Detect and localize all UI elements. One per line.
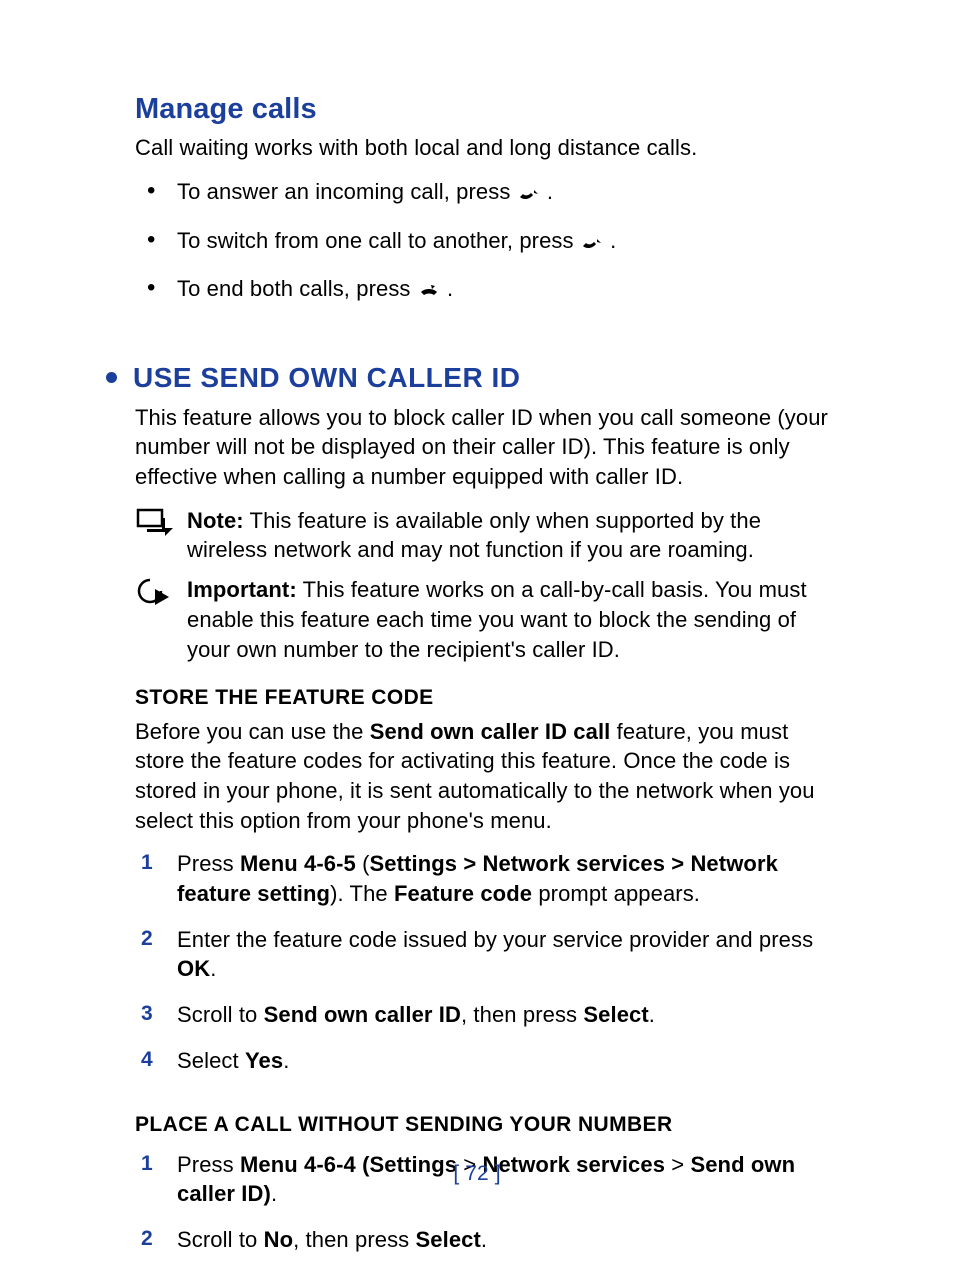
subheading-place-call: PLACE A CALL WITHOUT SENDING YOUR NUMBER [135,1111,839,1139]
list-manage-calls: To answer an incoming call, press . To s… [135,177,839,323]
step-item: Scroll to Send own caller ID, then press… [135,1000,839,1046]
text: Scroll to [177,1227,264,1252]
step-item: Enter the feature code issued by your se… [135,925,839,1000]
note-body: Note: This feature is available only whe… [187,506,839,565]
text: Enter the feature code issued by your se… [177,927,813,952]
text: Scroll to [177,1002,264,1027]
text: Before you can use the [135,719,370,744]
text: . [283,1048,289,1073]
text-bold: Send own caller ID call [370,719,611,744]
text-store-code-intro: Before you can use the Send own caller I… [135,717,839,836]
text: ). The [330,881,394,906]
text: prompt appears. [532,881,700,906]
text: . [481,1227,487,1252]
text-manage-calls-intro: Call waiting works with both local and l… [135,133,839,163]
page-number: [ 72 ] [0,1160,954,1188]
text: Select [177,1048,245,1073]
heading-text: USE SEND OWN CALLER ID [133,359,520,397]
important-label: Important: [187,577,297,602]
text: . [649,1002,655,1027]
text-caller-id-intro: This feature allows you to block caller … [135,403,839,492]
text-bold: Menu 4-6-5 [240,851,356,876]
list-item: To answer an incoming call, press . [135,177,839,226]
text: To answer an incoming call, press [177,179,517,204]
important-block: Important: This feature works on a call-… [135,575,839,664]
text: Press [177,851,240,876]
text-bold: No [264,1227,294,1252]
subheading-store-code: STORE THE FEATURE CODE [135,684,839,712]
note-block: Note: This feature is available only whe… [135,506,839,565]
text: To end both calls, press [177,276,417,301]
heading-manage-calls: Manage calls [135,90,839,129]
text-bold: Select [416,1227,481,1252]
text-bold: Select [583,1002,648,1027]
important-icon [135,575,187,664]
bullet-marker-icon [106,372,117,383]
text-bold: Yes [245,1048,283,1073]
text-bold: Feature code [394,881,532,906]
text: ( [356,851,370,876]
text: . [610,228,616,253]
text: , then press [461,1002,583,1027]
list-item: To end both calls, press . [135,274,839,323]
note-label: Note: [187,508,244,533]
note-text: This feature is available only when supp… [187,508,761,563]
text-bold: Send own caller ID [264,1002,461,1027]
call-key-icon [580,229,604,259]
step-item: Press Menu 4-6-5 (Settings > Network ser… [135,849,839,924]
list-item: To switch from one call to another, pres… [135,226,839,275]
text: . [210,956,216,981]
step-item: Select Yes. [135,1046,839,1092]
end-call-key-icon [417,277,441,307]
text: To switch from one call to another, pres… [177,228,580,253]
note-icon [135,506,187,565]
heading-caller-id: USE SEND OWN CALLER ID [135,359,839,397]
text-bold: OK [177,956,210,981]
text: . [547,179,553,204]
text: . [447,276,453,301]
document-page: Manage calls Call waiting works with bot… [0,0,954,1248]
steps-store-code: Press Menu 4-6-5 (Settings > Network ser… [135,849,839,1091]
text: , then press [293,1227,415,1252]
important-body: Important: This feature works on a call-… [187,575,839,664]
call-key-icon [517,180,541,210]
